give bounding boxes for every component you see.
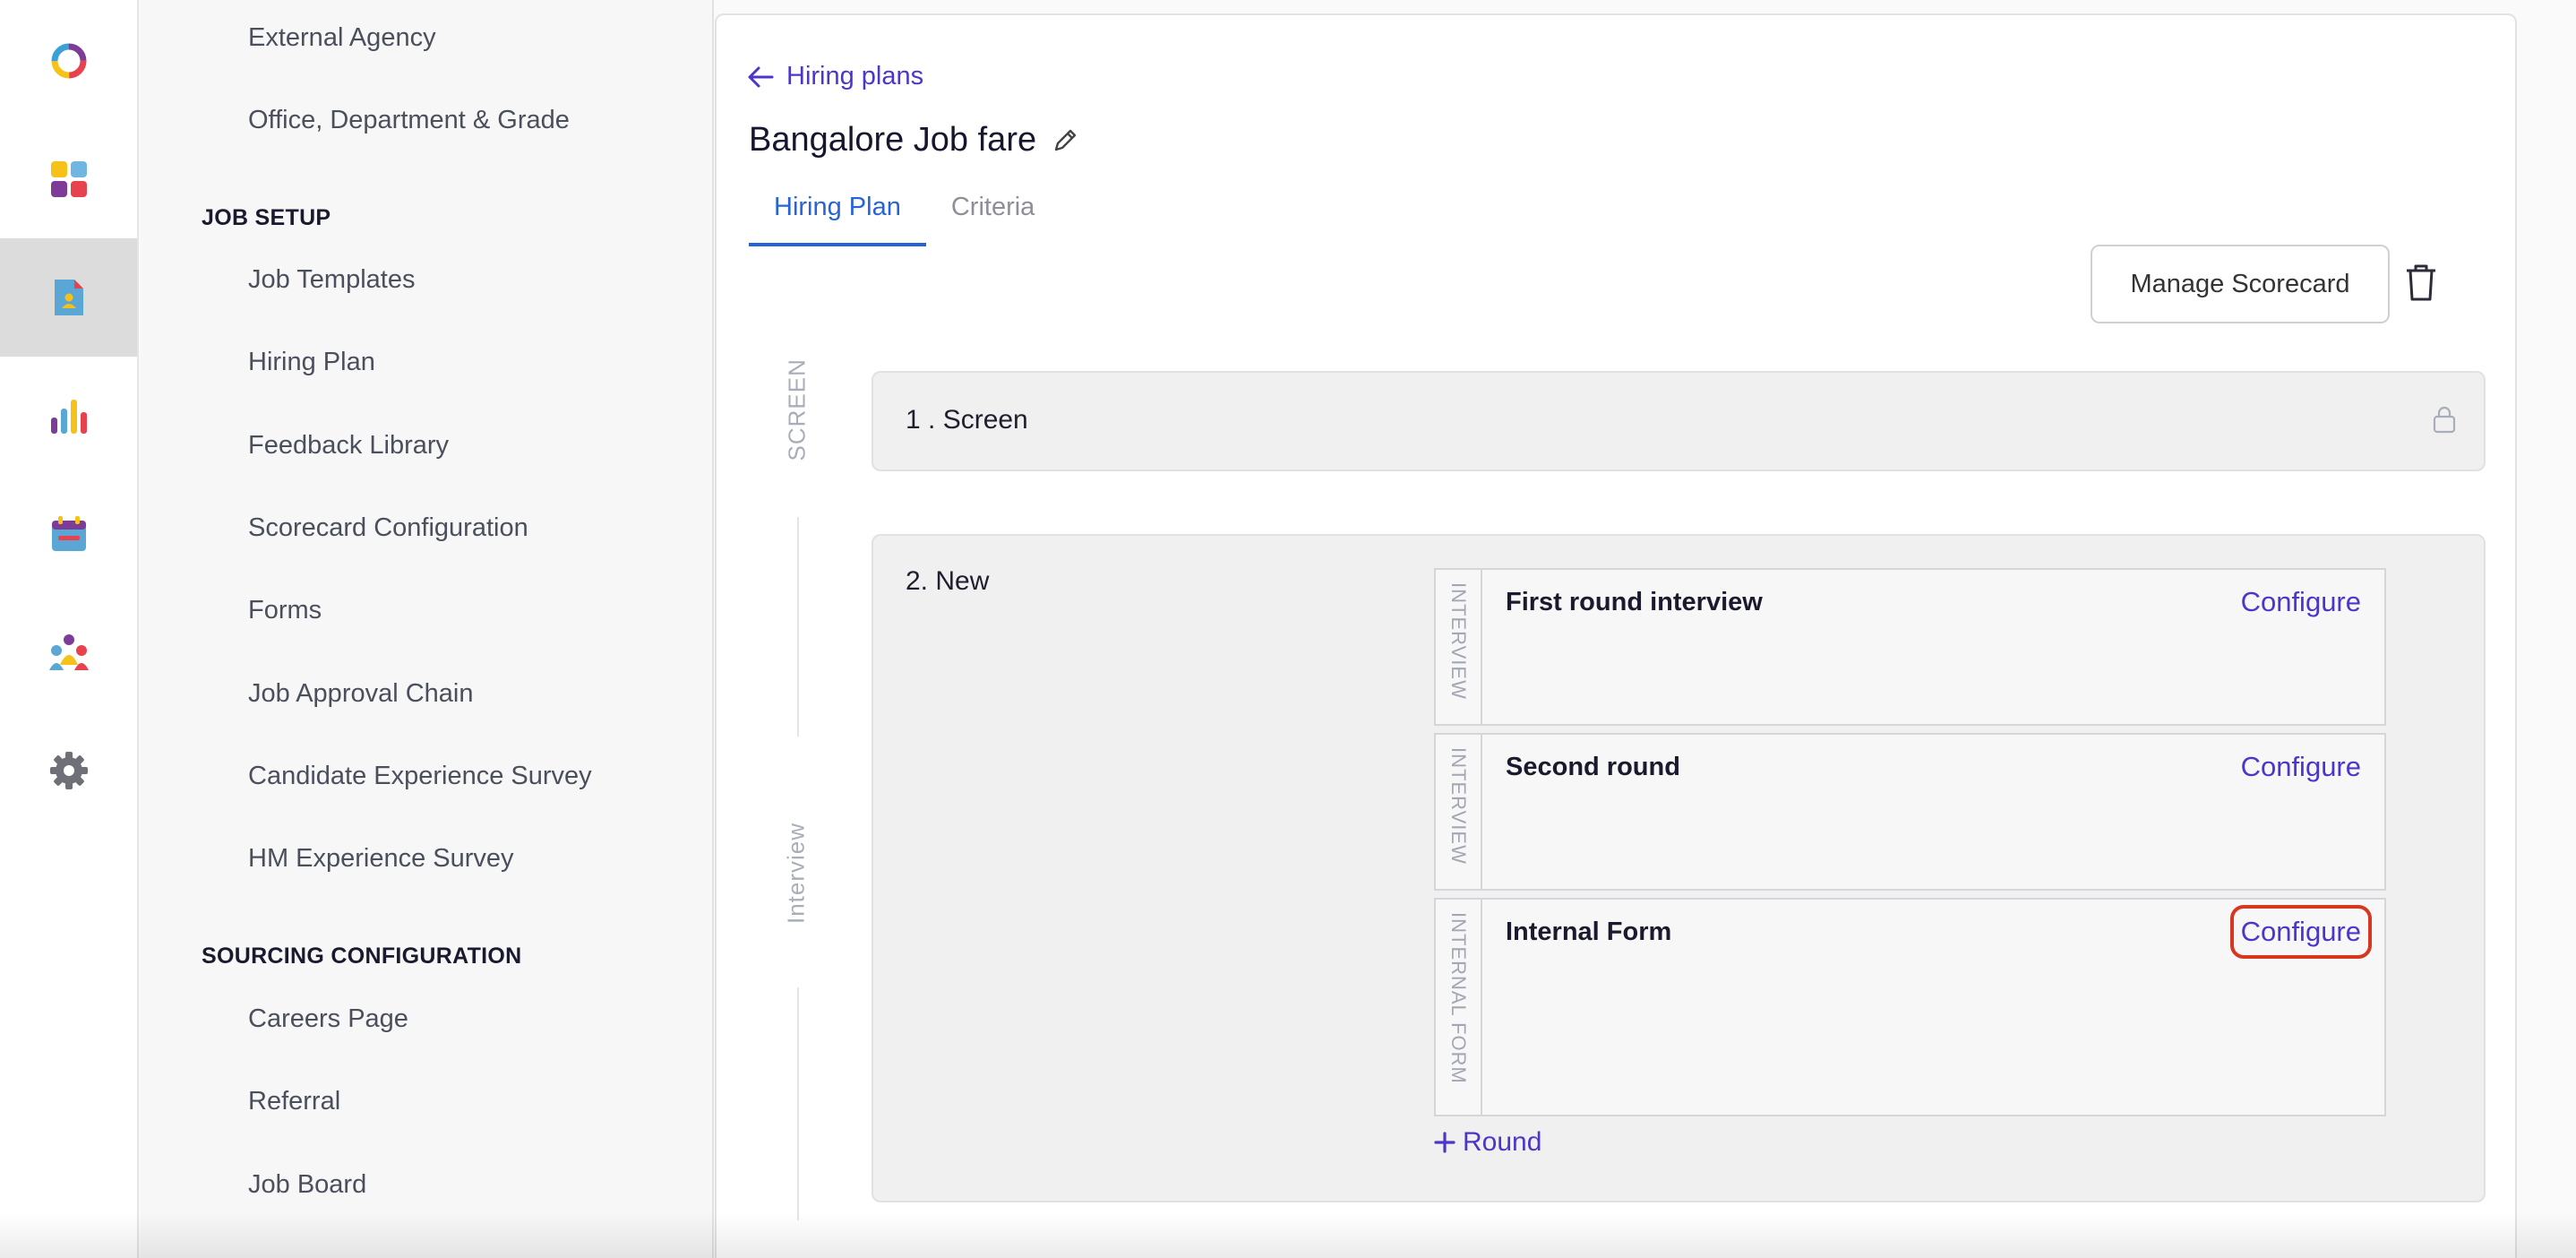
- page-title: Bangalore Job fare: [749, 121, 1079, 159]
- jobs-icon: [54, 280, 83, 315]
- rail-item-reports[interactable]: [0, 357, 137, 475]
- stage-title: 2. New: [906, 566, 990, 596]
- round-type-label: INTERVIEW: [1436, 735, 1482, 889]
- back-link-label: Hiring plans: [786, 62, 924, 90]
- menu-item-feedback-library[interactable]: Feedback Library: [248, 431, 449, 461]
- add-round-button[interactable]: Round: [1434, 1127, 1541, 1158]
- rail-item-people[interactable]: [0, 593, 137, 711]
- settings-menu: External Agency Office, Department & Gra…: [141, 0, 714, 1258]
- add-round-label: Round: [1463, 1127, 1542, 1157]
- menu-item-office-department-grade[interactable]: Office, Department & Grade: [248, 106, 570, 135]
- stage-new[interactable]: 2. New INTERVIEW First round interview C…: [872, 534, 2486, 1202]
- manage-scorecard-button[interactable]: Manage Scorecard: [2091, 245, 2390, 323]
- rail-item-dashboard[interactable]: [0, 120, 137, 238]
- lock-icon: [2433, 406, 2456, 434]
- stage-title: 1 . Screen: [906, 405, 1028, 435]
- round-name: Internal Form: [1506, 918, 1672, 946]
- round-name: Second round: [1506, 753, 1680, 781]
- menu-heading-job-setup: JOB SETUP: [202, 205, 331, 230]
- calendar-icon: [51, 516, 86, 551]
- menu-item-referral[interactable]: Referral: [248, 1087, 340, 1116]
- menu-item-forms[interactable]: Forms: [248, 596, 322, 625]
- menu-item-job-approval-chain[interactable]: Job Approval Chain: [248, 679, 474, 709]
- menu-item-candidate-experience-survey[interactable]: Candidate Experience Survey: [248, 762, 592, 791]
- tab-criteria[interactable]: Criteria: [926, 175, 1060, 246]
- menu-item-scorecard-configuration[interactable]: Scorecard Configuration: [248, 513, 528, 543]
- menu-item-careers-page[interactable]: Careers Page: [248, 1004, 408, 1034]
- stage-label-interview: Interview: [782, 822, 810, 925]
- trash-icon[interactable]: [2404, 263, 2438, 302]
- stage-connector-line: [797, 517, 799, 737]
- menu-item-job-templates[interactable]: Job Templates: [248, 265, 415, 295]
- round-card: INTERVIEW Second round Configure: [1434, 733, 2386, 891]
- tab-hiring-plan[interactable]: Hiring Plan: [749, 175, 926, 246]
- icon-rail: [0, 0, 139, 1258]
- stage-connector-line: [797, 987, 799, 1220]
- stage-label-screen: SCREEN: [783, 358, 811, 461]
- round-type-label: INTERVIEW: [1436, 570, 1482, 724]
- menu-item-external-agency[interactable]: External Agency: [248, 23, 436, 53]
- configure-link-highlighted[interactable]: Configure: [2229, 905, 2373, 959]
- round-card: INTERNAL FORM Internal Form Configure: [1434, 898, 2386, 1116]
- rail-item-calendar[interactable]: [0, 475, 137, 593]
- configure-link[interactable]: Configure: [2241, 751, 2361, 783]
- stage-screen[interactable]: 1 . Screen: [872, 371, 2486, 471]
- dashboard-icon: [50, 161, 87, 197]
- rail-item-settings[interactable]: [0, 711, 137, 830]
- configure-link[interactable]: Configure: [2241, 586, 2361, 618]
- menu-item-hm-experience-survey[interactable]: HM Experience Survey: [248, 844, 514, 874]
- edit-pencil-icon[interactable]: [1051, 126, 1079, 155]
- rail-item-jobs[interactable]: [0, 238, 137, 357]
- round-card: INTERVIEW First round interview Configur…: [1434, 568, 2386, 726]
- back-to-hiring-plans-link[interactable]: Hiring plans: [747, 62, 923, 91]
- reports-icon: [50, 400, 87, 434]
- people-icon: [48, 634, 89, 670]
- settings-gear-icon: [49, 752, 88, 789]
- menu-item-hiring-plan[interactable]: Hiring Plan: [248, 348, 375, 377]
- round-type-label: INTERNAL FORM: [1436, 900, 1482, 1115]
- plus-icon: [1434, 1132, 1455, 1153]
- rail-item-home[interactable]: [0, 2, 137, 120]
- menu-heading-sourcing-configuration: SOURCING CONFIGURATION: [202, 944, 522, 969]
- round-name: First round interview: [1506, 588, 1763, 616]
- tabs: Hiring Plan Criteria: [749, 175, 1060, 246]
- job-title-text: Bangalore Job fare: [749, 121, 1037, 159]
- hiring-plan-card: Hiring plans Bangalore Job fare Hiring P…: [715, 13, 2517, 1258]
- menu-item-job-board[interactable]: Job Board: [248, 1170, 366, 1200]
- app-logo-icon: [51, 43, 86, 79]
- arrow-left-icon: [748, 66, 774, 87]
